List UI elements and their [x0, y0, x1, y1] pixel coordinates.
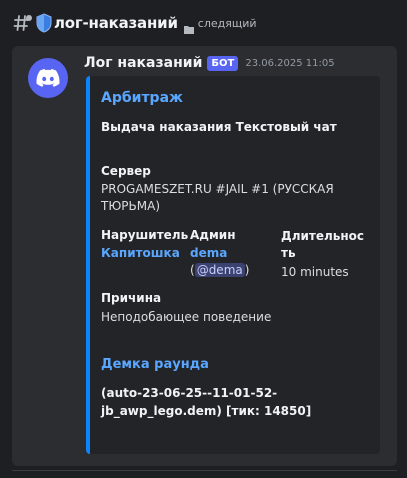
hash-icon [12, 12, 34, 34]
channel-name[interactable]: лог-наказаний [54, 14, 178, 32]
avatar[interactable] [28, 58, 68, 98]
field-duration: Длительнос ть 10 minutes [281, 228, 371, 281]
embed-title: Арбитраж [101, 90, 183, 106]
offender-link[interactable]: Капитошка [101, 246, 180, 260]
field-duration-name: Длительнос ть [281, 228, 371, 262]
field-server-name: Сервер [101, 164, 151, 178]
admin-mention[interactable]: @dema [194, 263, 245, 277]
discord-logo-icon [36, 69, 60, 87]
field-server-value-line2: ТЮРЬМА) [101, 199, 160, 213]
field-server-value: PROGAMESZET.RU #JAIL #1 (РУССКАЯ ТЮРЬМА) [101, 181, 371, 215]
folder-icon [183, 19, 194, 34]
mention-open: ( [190, 263, 195, 277]
message-header: Лог наказаний БОТ 23.06.2025 11:05 [84, 55, 335, 71]
field-reason: Причина Неподобающее поведение [101, 291, 371, 326]
field-admin-value: dema (@dema) [190, 245, 278, 279]
field-server: Сервер PROGAMESZET.RU #JAIL #1 (РУССКАЯ … [101, 164, 371, 215]
admin-link[interactable]: dema [190, 246, 227, 260]
field-admin-name: Админ [190, 228, 236, 242]
embed: Арбитраж Выдача наказания Текстовый чат … [86, 76, 380, 454]
field-offender: Нарушитель Капитошка [101, 228, 189, 262]
mention-close: ) [244, 263, 250, 277]
bot-badge: БОТ [207, 55, 239, 71]
field-demo-value-line2: jb_awp_lego.dem) [тик: 14850] [101, 404, 312, 418]
field-demo-value: (auto-23-06-25--11-01-52- jb_awp_lego.de… [101, 384, 371, 420]
field-reason-name: Причина [101, 291, 162, 305]
field-server-value-line1: PROGAMESZET.RU #JAIL #1 (РУССКАЯ [101, 182, 334, 196]
field-offender-name: Нарушитель [101, 228, 189, 242]
field-demo-value-line1: (auto-23-06-25--11-01-52- [101, 386, 278, 400]
field-reason-value: Неподобающее поведение [101, 310, 272, 324]
field-demo: Демка раунда (auto-23-06-25--11-01-52- j… [101, 357, 371, 420]
timestamp: 23.06.2025 11:05 [245, 57, 335, 69]
field-duration-name-line1: Длительнос [281, 229, 365, 243]
author-name[interactable]: Лог наказаний [84, 55, 202, 71]
channel-header: лог-наказаний следящий [0, 0, 407, 46]
shield-icon [36, 13, 52, 33]
follow-label[interactable]: следящий [198, 17, 257, 30]
field-admin: Админ dema (@dema) [190, 228, 278, 279]
field-offender-value-wrap: Капитошка [101, 245, 189, 262]
field-duration-name-line2: ть [281, 246, 296, 260]
field-demo-name[interactable]: Демка раунда [101, 357, 371, 372]
message: Лог наказаний БОТ 23.06.2025 11:05 Арбит… [12, 46, 397, 466]
embed-description: Выдача наказания Текстовый чат [101, 120, 337, 134]
field-duration-value: 10 minutes [281, 265, 349, 279]
divider [12, 470, 397, 478]
